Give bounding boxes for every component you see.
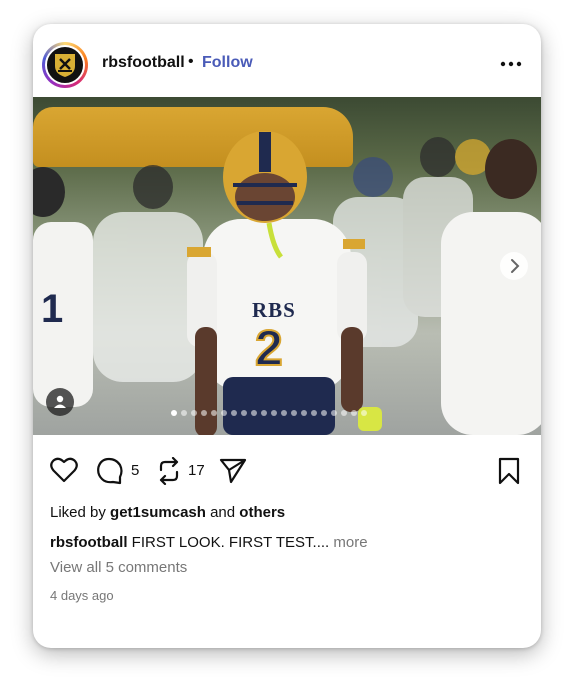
- carousel-dot: [241, 410, 247, 416]
- carousel-dot: [291, 410, 297, 416]
- liked-by-others[interactable]: others: [239, 504, 285, 521]
- carousel-dot: [271, 410, 277, 416]
- carousel-dot: [251, 410, 257, 416]
- next-slide-button[interactable]: [500, 252, 528, 280]
- carousel-dot: [351, 410, 357, 416]
- comment-icon[interactable]: [96, 457, 124, 485]
- caption-username[interactable]: rbsfootball: [50, 534, 128, 551]
- carousel-dot: [341, 410, 347, 416]
- more-horizontal-icon[interactable]: [499, 56, 523, 72]
- team-logo-icon: [55, 54, 75, 77]
- svg-text:1: 1: [41, 287, 63, 331]
- carousel-dot: [191, 410, 197, 416]
- carousel-dot: [231, 410, 237, 416]
- caption-more-link[interactable]: more: [333, 534, 367, 551]
- post-photo[interactable]: 1 RBS 2: [33, 97, 541, 435]
- carousel-dot: [181, 410, 187, 416]
- liked-by-conjunction: and: [210, 504, 236, 521]
- post-card: rbsfootball • Follow 1 RBS 2 5 17 Liked …: [33, 24, 541, 648]
- post-caption: rbsfootball FIRST LOOK. FIRST TEST.... m…: [50, 534, 368, 551]
- post-timestamp: 4 days ago: [50, 588, 114, 603]
- post-username[interactable]: rbsfootball: [102, 54, 185, 72]
- separator-dot: •: [188, 53, 194, 70]
- heart-icon[interactable]: [50, 457, 78, 483]
- carousel-dot: [201, 410, 207, 416]
- send-icon[interactable]: [219, 458, 247, 484]
- liked-by-line: Liked by get1sumcash and others: [50, 504, 285, 521]
- comment-count: 5: [131, 462, 140, 479]
- repost-icon[interactable]: [156, 457, 182, 485]
- action-bar: 5 17: [33, 446, 541, 496]
- liked-by-prefix: Liked by: [50, 504, 106, 521]
- carousel-dot: [321, 410, 327, 416]
- repost-count: 17: [188, 462, 205, 479]
- chevron-right-icon: [511, 259, 520, 273]
- carousel-dot: [281, 410, 287, 416]
- liked-by-user[interactable]: get1sumcash: [110, 504, 206, 521]
- user-tag-icon: [54, 395, 66, 408]
- carousel-dot: [301, 410, 307, 416]
- carousel-dot: [261, 410, 267, 416]
- carousel-dot: [331, 410, 337, 416]
- carousel-dot: [221, 410, 227, 416]
- bookmark-icon[interactable]: [498, 457, 520, 485]
- avatar-image: [45, 45, 85, 85]
- carousel-dot: [171, 410, 177, 416]
- post-header: rbsfootball • Follow: [33, 24, 541, 97]
- jersey-number: 2: [254, 319, 284, 377]
- photo-scene: 1: [33, 131, 541, 435]
- carousel-dot: [311, 410, 317, 416]
- carousel-indicator: [171, 410, 367, 418]
- avatar[interactable]: [42, 42, 88, 88]
- view-comments-link[interactable]: View all 5 comments: [50, 559, 187, 576]
- tagged-users-button[interactable]: [46, 388, 74, 416]
- carousel-dot: [211, 410, 217, 416]
- carousel-dot: [361, 410, 367, 416]
- follow-button[interactable]: Follow: [202, 54, 253, 72]
- caption-text: FIRST LOOK. FIRST TEST....: [131, 534, 330, 551]
